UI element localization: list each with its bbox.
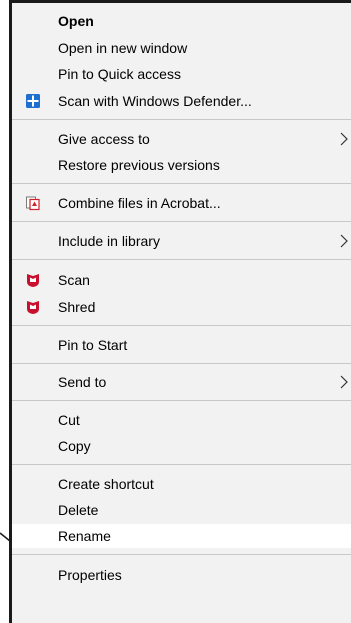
menu-separator <box>12 119 351 120</box>
menu-item-create-shortcut[interactable]: Create shortcut <box>12 472 351 496</box>
menu-item-combine-acrobat[interactable]: Combine files in Acrobat... <box>12 191 351 215</box>
menu-item-give-access[interactable]: Give access to <box>12 127 351 151</box>
menu-item-label: Give access to <box>58 131 150 147</box>
menu-item-label: Restore previous versions <box>58 157 220 173</box>
chevron-right-icon <box>340 234 348 248</box>
menu-item-label: Properties <box>58 567 122 583</box>
chevron-right-icon <box>340 132 348 146</box>
menu-item-label: Open <box>58 13 94 29</box>
menu-item-label: Shred <box>58 299 96 315</box>
menu-item-restore-versions[interactable]: Restore previous versions <box>12 153 351 177</box>
menu-item-label: Copy <box>58 438 91 454</box>
menu-item-shred[interactable]: Shred <box>12 295 351 319</box>
menu-item-copy[interactable]: Copy <box>12 434 351 458</box>
menu-item-label: Create shortcut <box>58 476 154 492</box>
menu-item-properties[interactable]: Properties <box>12 563 351 587</box>
menu-separator <box>12 259 351 260</box>
menu-item-label: Send to <box>58 374 107 390</box>
mcafee-shield-icon <box>25 299 41 315</box>
menu-item-label: Open in new window <box>58 40 188 56</box>
acrobat-combine-icon <box>25 195 41 211</box>
menu-item-label: Delete <box>58 502 99 518</box>
menu-item-pin-quick-access[interactable]: Pin to Quick access <box>12 62 351 86</box>
menu-item-label: Cut <box>58 412 80 428</box>
menu-item-label: Scan with Windows Defender... <box>58 93 252 109</box>
menu-item-open[interactable]: Open <box>12 9 351 33</box>
menu-item-delete[interactable]: Delete <box>12 498 351 522</box>
menu-item-rename[interactable]: Rename <box>12 524 351 548</box>
context-menu-screenshot: Open Open in new window Pin to Quick acc… <box>0 0 351 623</box>
menu-separator <box>12 183 351 184</box>
menu-item-scan-defender[interactable]: Scan with Windows Defender... <box>12 89 351 113</box>
menu-separator <box>12 400 351 401</box>
menu-item-scan[interactable]: Scan <box>12 268 351 292</box>
menu-item-label: Pin to Quick access <box>58 66 181 82</box>
menu-item-cut[interactable]: Cut <box>12 408 351 432</box>
menu-separator <box>12 554 351 555</box>
menu-item-label: Include in library <box>58 233 160 249</box>
menu-item-label: Rename <box>58 528 111 544</box>
menu-separator <box>12 221 351 222</box>
windows-defender-shield-icon <box>25 93 41 109</box>
menu-item-label: Combine files in Acrobat... <box>58 195 221 211</box>
menu-item-open-new-window[interactable]: Open in new window <box>12 36 351 60</box>
menu-item-include-library[interactable]: Include in library <box>12 229 351 253</box>
context-menu: Open Open in new window Pin to Quick acc… <box>9 0 351 623</box>
menu-separator <box>12 363 351 364</box>
menu-item-pin-start[interactable]: Pin to Start <box>12 333 351 357</box>
menu-separator <box>12 325 351 326</box>
menu-item-label: Scan <box>58 272 90 288</box>
menu-separator <box>12 464 351 465</box>
chevron-right-icon <box>340 375 348 389</box>
mcafee-shield-icon <box>25 272 41 288</box>
menu-item-send-to[interactable]: Send to <box>12 370 351 394</box>
menu-item-label: Pin to Start <box>58 337 128 353</box>
